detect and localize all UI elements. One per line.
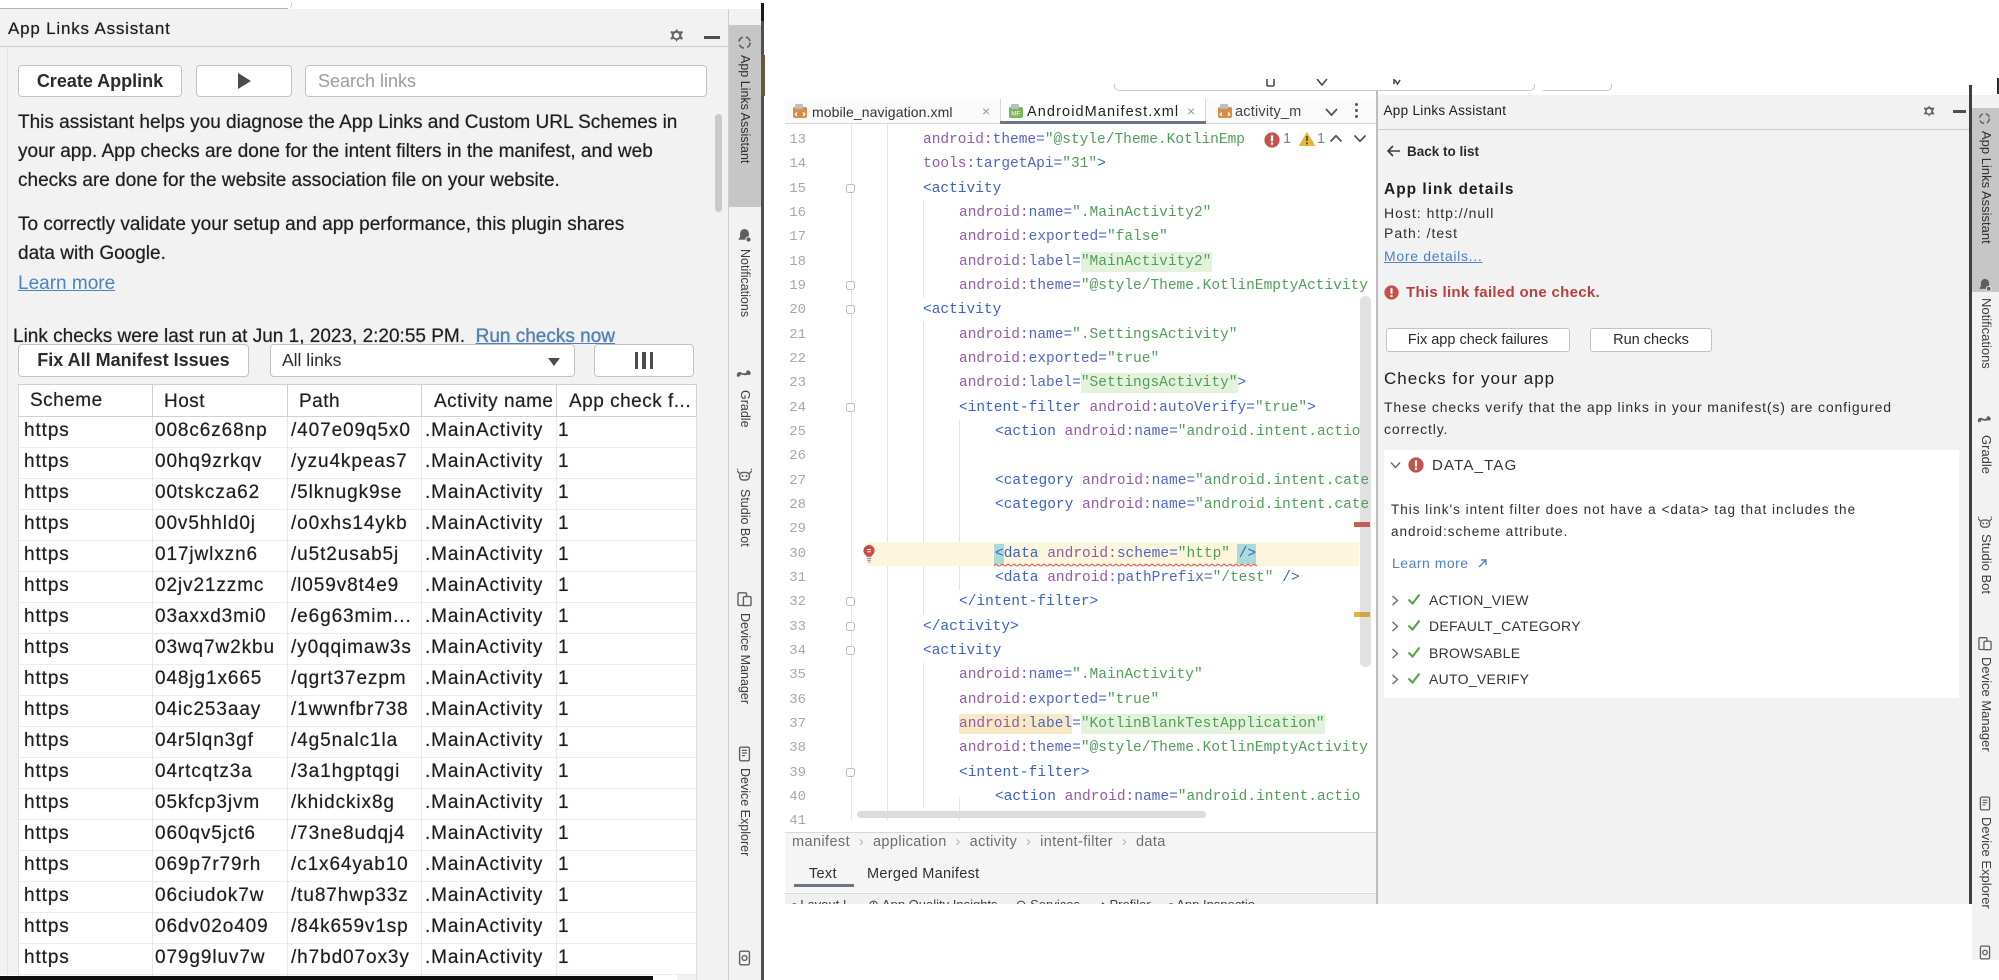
svg-text:MF: MF (1011, 111, 1020, 118)
